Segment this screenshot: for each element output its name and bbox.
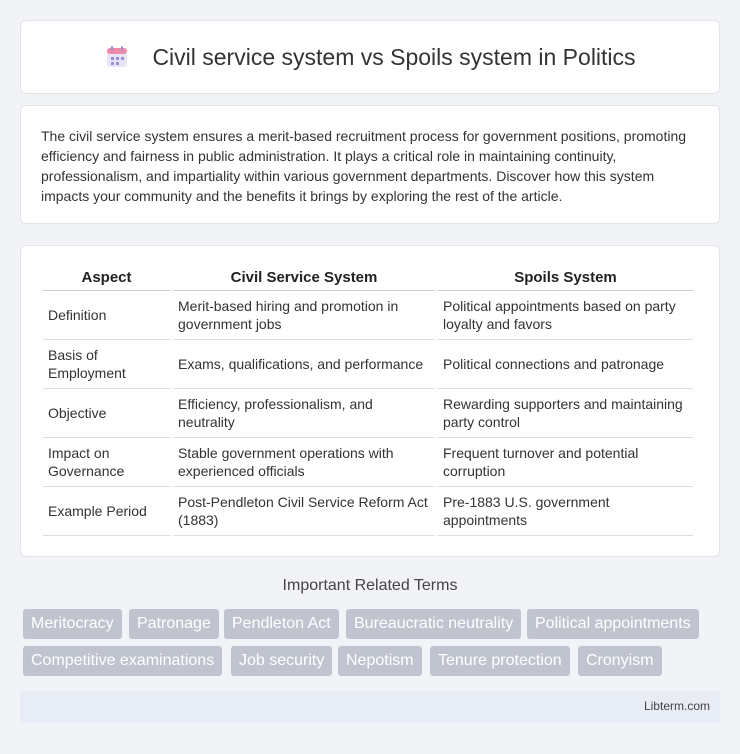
table-row: Objective Efficiency, professionalism, a…: [43, 389, 693, 438]
table-cell: Political appointments based on party lo…: [438, 291, 693, 340]
table-cell: Efficiency, professionalism, and neutral…: [173, 389, 435, 438]
calendar-icon: [104, 44, 130, 70]
table-cell: Exams, qualifications, and performance: [173, 340, 435, 389]
term-tag-pendleton-act[interactable]: Pendleton Act: [224, 609, 339, 639]
footer-site-link[interactable]: Libterm.com: [644, 699, 710, 713]
intro-card: The civil service system ensures a merit…: [20, 105, 720, 224]
table-cell: Definition: [43, 291, 170, 340]
table-header-row: Aspect Civil Service System Spoils Syste…: [43, 268, 693, 291]
column-header-aspect: Aspect: [43, 268, 170, 291]
table-row: Impact on Governance Stable government o…: [43, 438, 693, 487]
column-header-spoils: Spoils System: [438, 268, 693, 291]
comparison-table: Aspect Civil Service System Spoils Syste…: [40, 268, 696, 536]
intro-paragraph: The civil service system ensures a merit…: [41, 128, 687, 204]
table-row: Example Period Post-Pendleton Civil Serv…: [43, 487, 693, 536]
term-tag-patronage[interactable]: Patronage: [129, 609, 219, 639]
table-cell: Stable government operations with experi…: [173, 438, 435, 487]
term-tag-political-appointments[interactable]: Political appointments: [527, 609, 699, 639]
table-cell: Political connections and patronage: [438, 340, 693, 389]
term-tag-job-security[interactable]: Job security: [231, 646, 333, 676]
table-row: Definition Merit-based hiring and promot…: [43, 291, 693, 340]
table-cell: Pre-1883 U.S. government appointments: [438, 487, 693, 536]
related-terms-heading: Important Related Terms: [282, 577, 458, 594]
table-cell: Objective: [43, 389, 170, 438]
title-wrap: Civil service system vs Spoils system in…: [104, 43, 636, 71]
comparison-table-card: Aspect Civil Service System Spoils Syste…: [20, 245, 720, 557]
table-cell: Example Period: [43, 487, 170, 536]
table-cell: Merit-based hiring and promotion in gove…: [173, 291, 435, 340]
table-cell: Frequent turnover and potential corrupti…: [438, 438, 693, 487]
term-tag-tenure-protection[interactable]: Tenure protection: [430, 646, 570, 676]
table-cell: Impact on Governance: [43, 438, 170, 487]
page-title: Civil service system vs Spoils system in…: [152, 43, 636, 70]
term-tag-bureaucratic-neutrality[interactable]: Bureaucratic neutrality: [346, 609, 522, 639]
term-tag-meritocracy[interactable]: Meritocracy: [23, 609, 122, 639]
header-card: Civil service system vs Spoils system in…: [20, 20, 720, 94]
table-row: Basis of Employment Exams, qualification…: [43, 340, 693, 389]
table-cell: Basis of Employment: [43, 340, 170, 389]
table-cell: Post-Pendleton Civil Service Reform Act …: [173, 487, 435, 536]
table-cell: Rewarding supporters and maintaining par…: [438, 389, 693, 438]
footer: Libterm.com: [20, 690, 720, 723]
term-tag-nepotism[interactable]: Nepotism: [338, 646, 422, 676]
column-header-civil-service: Civil Service System: [173, 268, 435, 291]
term-tag-cronyism[interactable]: Cronyism: [578, 646, 662, 676]
term-tag-competitive-examinations[interactable]: Competitive examinations: [23, 646, 223, 676]
